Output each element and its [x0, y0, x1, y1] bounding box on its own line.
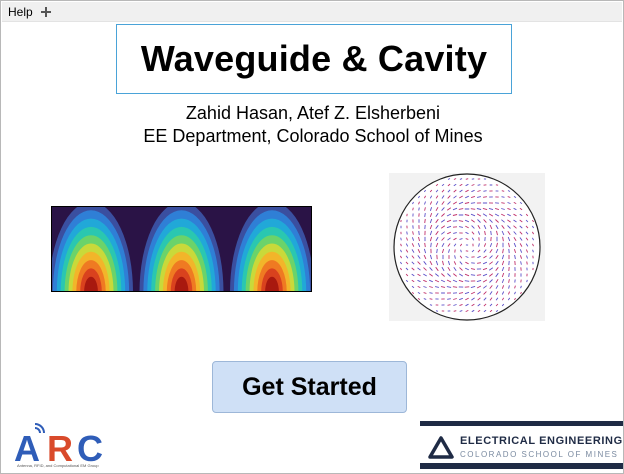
field-arrow [470, 274, 476, 276]
field-arrow [453, 310, 457, 312]
field-arrow [476, 274, 482, 276]
field-arrow [424, 242, 426, 248]
field-arrow [430, 242, 432, 248]
ee-logo-line2: COLORADO SCHOOL OF MINES [460, 450, 619, 459]
field-arrow [465, 178, 469, 180]
field-arrow [526, 279, 528, 283]
field-arrow [412, 207, 414, 211]
field-arrow [429, 304, 433, 306]
field-arrow [436, 248, 438, 254]
app-window: Help Waveguide & Cavity Zahid Hasan, Ate… [0, 0, 624, 474]
field-arrow [418, 207, 420, 211]
arc-caption: Antenna, RFID, and Computational EM Grou… [17, 463, 99, 468]
ee-logo-panel: ELECTRICAL ENGINEERING COLORADO SCHOOL O… [420, 426, 623, 463]
field-arrow [429, 298, 433, 300]
field-arrow [470, 208, 476, 210]
field-arrow [477, 184, 481, 186]
field-arrow [400, 237, 402, 241]
field-arrow [501, 190, 505, 192]
field-arrow [508, 273, 510, 277]
field-arrow [470, 202, 476, 204]
field-arrow [447, 298, 451, 300]
waveguide-field-image [51, 206, 312, 292]
field-arrow [483, 196, 487, 198]
field-arrow [483, 190, 487, 192]
field-arrow [435, 310, 439, 312]
field-arrow [406, 231, 408, 235]
cavity-field-image [389, 173, 545, 321]
field-arrow [501, 202, 505, 204]
mines-triangle-icon [428, 436, 454, 459]
plus-icon[interactable] [39, 5, 53, 19]
authors-text: Zahid Hasan, Atef Z. Elsherbeni [185, 103, 441, 123]
get-started-button[interactable]: Get Started [212, 361, 407, 413]
field-arrow [424, 218, 426, 224]
field-arrow [452, 286, 458, 288]
department-text: EE Department, Colorado School of Mines [143, 126, 483, 146]
menubar: Help [2, 2, 622, 22]
field-arrow [526, 261, 528, 265]
ee-logo-line1: ELECTRICAL ENGINEERING [460, 435, 623, 447]
field-arrow [501, 196, 505, 198]
title-box: Waveguide & Cavity [116, 24, 512, 94]
ee-logo: ELECTRICAL ENGINEERING COLORADO SCHOOL O… [420, 421, 623, 469]
field-arrow [418, 230, 420, 236]
field-arrow [464, 280, 470, 282]
page-title: Waveguide & Cavity [140, 38, 488, 79]
menu-help[interactable]: Help [2, 2, 37, 22]
field-arrow [490, 230, 492, 236]
field-arrow [477, 262, 481, 264]
field-arrow [424, 213, 426, 217]
field-arrow [447, 304, 451, 306]
field-arrow [429, 292, 433, 294]
